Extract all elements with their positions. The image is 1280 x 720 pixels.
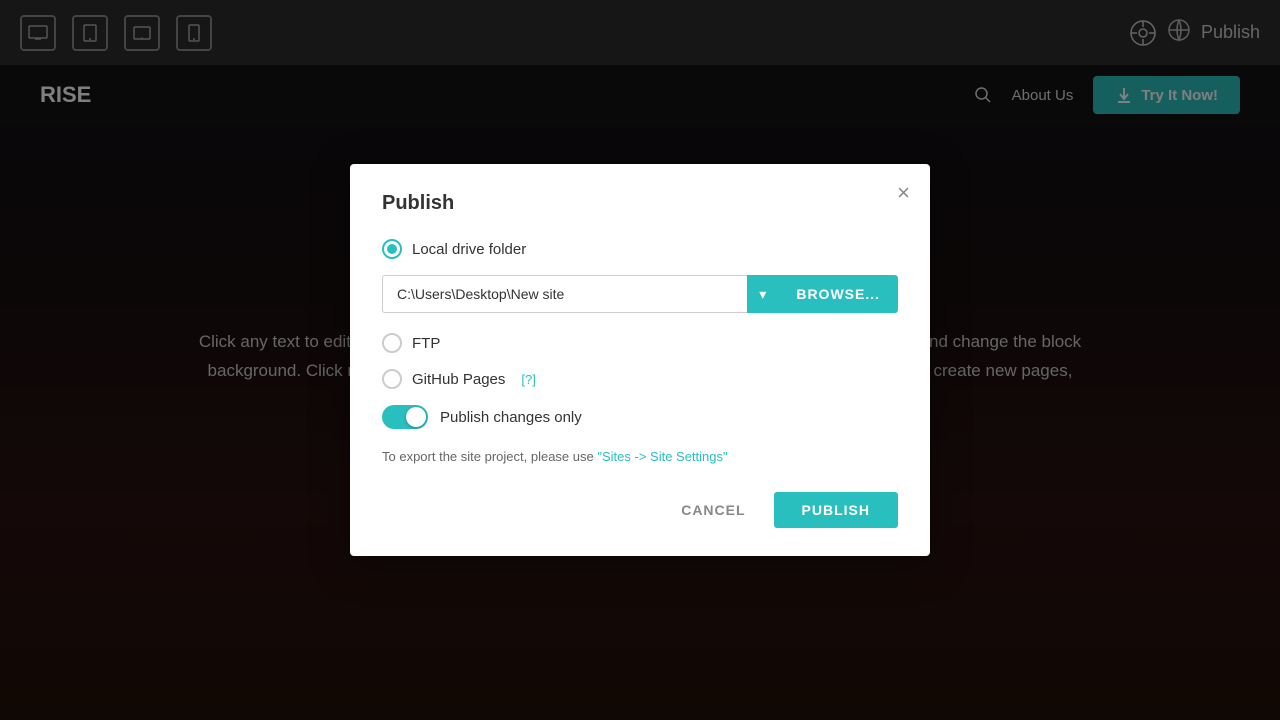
radio-ftp-circle [382,333,402,353]
dialog-title: Publish [382,192,898,215]
radio-ftp-label: FTP [412,335,440,352]
radio-local[interactable]: Local drive folder [382,239,898,259]
browse-button[interactable]: BROWSE... [778,275,898,313]
github-help-link[interactable]: [?] [521,372,535,387]
radio-github[interactable]: GitHub Pages [?] [382,369,898,389]
dialog-overlay: Publish × Local drive folder ▾ BROWSE...… [0,0,1280,720]
cancel-button[interactable]: CANCEL [665,492,761,528]
radio-local-circle [382,239,402,259]
dialog-footer: CANCEL PUBLISH [382,492,898,528]
export-note-text: To export the site project, please use [382,449,597,464]
toggle-row: Publish changes only [382,405,898,429]
publish-dialog: Publish × Local drive folder ▾ BROWSE...… [350,164,930,556]
dropdown-arrow: ▾ [759,286,766,303]
radio-local-dot [387,244,397,254]
radio-github-circle [382,369,402,389]
export-settings-link[interactable]: "Sites -> Site Settings" [597,449,727,464]
publish-dialog-button[interactable]: PUBLISH [774,492,898,528]
toggle-thumb [406,407,426,427]
path-row: ▾ BROWSE... [382,275,898,313]
path-input[interactable] [382,275,747,313]
path-dropdown-button[interactable]: ▾ [747,275,778,313]
toggle-label: Publish changes only [440,409,582,426]
export-note: To export the site project, please use "… [382,449,898,464]
radio-local-label: Local drive folder [412,241,526,258]
radio-github-label: GitHub Pages [412,371,505,388]
publish-changes-toggle[interactable] [382,405,428,429]
radio-ftp[interactable]: FTP [382,333,898,353]
dialog-close-button[interactable]: × [897,180,910,206]
